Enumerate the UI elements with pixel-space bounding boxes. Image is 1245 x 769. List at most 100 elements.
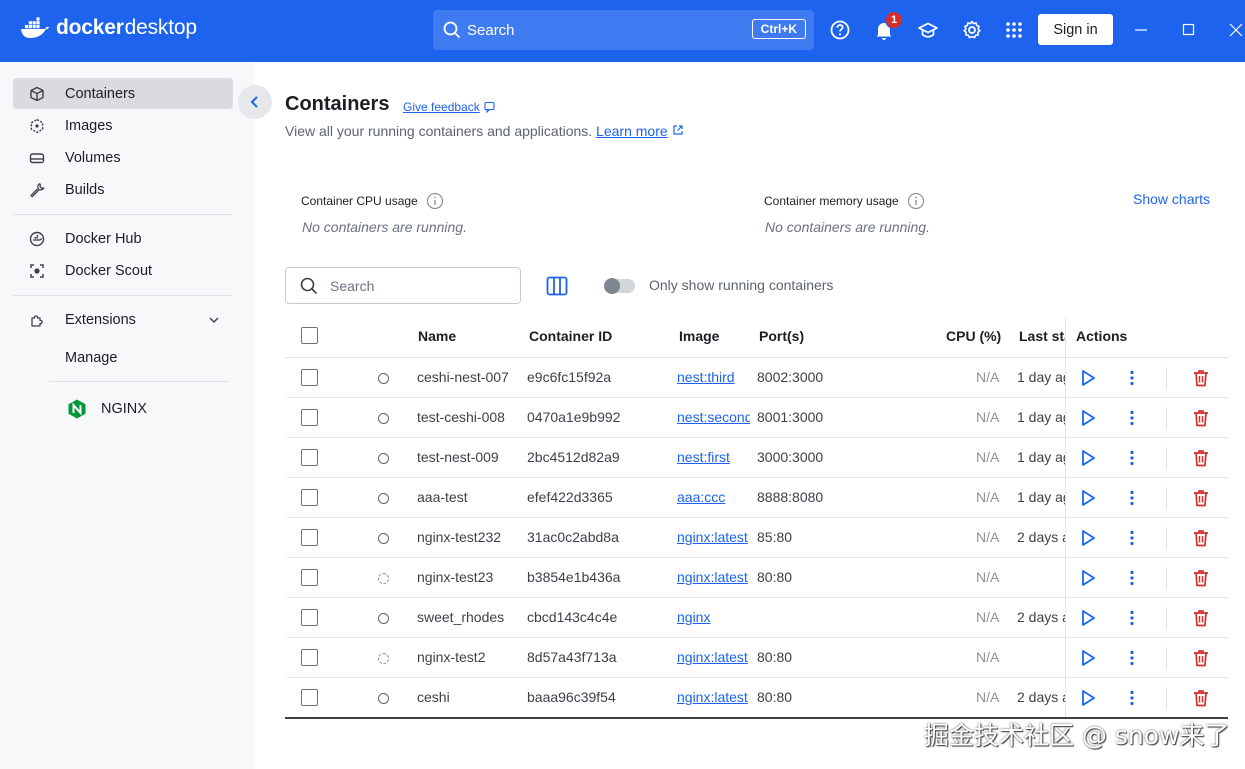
image-link[interactable]: nginx:latest <box>677 689 750 705</box>
column-last-started[interactable]: Last started <box>1019 328 1065 344</box>
delete-trash-icon[interactable] <box>1191 648 1211 668</box>
delete-trash-icon[interactable] <box>1191 448 1211 468</box>
sidebar-item-docker-hub[interactable]: Docker Hub <box>13 223 233 254</box>
info-icon[interactable] <box>907 192 925 210</box>
minimize-window-button[interactable] <box>1129 18 1153 42</box>
running-only-toggle[interactable] <box>604 278 635 294</box>
row-checkbox[interactable] <box>301 449 318 466</box>
container-name[interactable]: nginx-test2 <box>417 649 521 665</box>
select-all-checkbox[interactable] <box>301 327 318 344</box>
delete-trash-icon[interactable] <box>1191 688 1211 708</box>
more-options-icon[interactable] <box>1122 568 1142 588</box>
container-name[interactable]: nginx-test232 <box>417 529 521 545</box>
row-checkbox[interactable] <box>301 569 318 586</box>
container-name[interactable]: test-ceshi-008 <box>417 409 521 425</box>
container-name[interactable]: aaa-test <box>417 489 521 505</box>
sidebar-item-images[interactable]: Images <box>13 110 233 141</box>
ports[interactable]: 8888:8080 <box>757 489 857 505</box>
image-link[interactable]: nest:third <box>677 369 750 385</box>
sidebar-item-manage[interactable]: Manage <box>13 342 233 373</box>
table-row[interactable]: test-nest-009 2bc4512d82a9 nest:first 30… <box>285 438 1228 478</box>
image-link[interactable]: nginx:latest <box>677 569 750 585</box>
container-name[interactable]: ceshi-nest-007 <box>417 369 521 385</box>
give-feedback-link[interactable]: Give feedback <box>403 100 496 114</box>
close-window-button[interactable] <box>1224 18 1245 42</box>
ports[interactable]: 80:80 <box>757 649 857 665</box>
start-button[interactable] <box>1078 408 1098 428</box>
sidebar-item-containers[interactable]: Containers <box>13 78 233 109</box>
ports[interactable]: 80:80 <box>757 689 857 705</box>
table-row[interactable]: aaa-test efef422d3365 aaa:ccc 8888:8080 … <box>285 478 1228 518</box>
column-ports[interactable]: Port(s) <box>759 328 804 344</box>
start-button[interactable] <box>1078 448 1098 468</box>
delete-trash-icon[interactable] <box>1191 568 1211 588</box>
sidebar-item-extensions[interactable]: Extensions <box>13 304 233 335</box>
delete-trash-icon[interactable] <box>1191 408 1211 428</box>
ports[interactable]: 80:80 <box>757 569 857 585</box>
image-link[interactable]: nginx:latest <box>677 529 750 545</box>
delete-trash-icon[interactable] <box>1191 368 1211 388</box>
row-checkbox[interactable] <box>301 489 318 506</box>
ports[interactable]: 3000:3000 <box>757 449 857 465</box>
apps-grid-icon[interactable] <box>1003 19 1025 41</box>
start-button[interactable] <box>1078 648 1098 668</box>
more-options-icon[interactable] <box>1122 408 1142 428</box>
start-button[interactable] <box>1078 368 1098 388</box>
more-options-icon[interactable] <box>1122 648 1142 668</box>
sign-in-button[interactable]: Sign in <box>1038 14 1113 45</box>
more-options-icon[interactable] <box>1122 528 1142 548</box>
global-search[interactable]: Search Ctrl+K <box>433 10 814 50</box>
image-link[interactable]: nest:second <box>677 409 750 425</box>
image-link[interactable]: nginx:latest <box>677 649 750 665</box>
help-icon[interactable] <box>829 19 851 41</box>
ports[interactable]: 8001:3000 <box>757 409 857 425</box>
learn-more-link[interactable]: Learn more <box>596 123 668 139</box>
container-name[interactable]: nginx-test23 <box>417 569 521 585</box>
ports[interactable]: 8002:3000 <box>757 369 857 385</box>
info-icon[interactable] <box>426 192 444 210</box>
row-checkbox[interactable] <box>301 369 318 386</box>
table-row[interactable]: nginx-test23 b3854e1b436a nginx:latest 8… <box>285 558 1228 598</box>
table-row[interactable]: sweet_rhodes cbcd143c4c4e nginx N/A 2 da… <box>285 598 1228 638</box>
sidebar-item-nginx[interactable]: NGINX <box>13 393 233 424</box>
delete-trash-icon[interactable] <box>1191 488 1211 508</box>
start-button[interactable] <box>1078 488 1098 508</box>
column-image[interactable]: Image <box>679 328 719 344</box>
container-search-input[interactable]: Search <box>285 267 521 304</box>
maximize-window-button[interactable] <box>1177 18 1201 42</box>
image-link[interactable]: aaa:ccc <box>677 489 750 505</box>
sidebar-item-volumes[interactable]: Volumes <box>13 142 233 173</box>
ports[interactable]: 85:80 <box>757 529 857 545</box>
more-options-icon[interactable] <box>1122 488 1142 508</box>
table-row[interactable]: ceshi-nest-007 e9c6fc15f92a nest:third 8… <box>285 358 1228 398</box>
start-button[interactable] <box>1078 688 1098 708</box>
more-options-icon[interactable] <box>1122 608 1142 628</box>
container-name[interactable]: sweet_rhodes <box>417 609 521 625</box>
row-checkbox[interactable] <box>301 689 318 706</box>
table-row[interactable]: test-ceshi-008 0470a1e9b992 nest:second … <box>285 398 1228 438</box>
start-button[interactable] <box>1078 568 1098 588</box>
column-settings-icon[interactable] <box>545 274 569 298</box>
sidebar-item-docker-scout[interactable]: Docker Scout <box>13 255 233 286</box>
column-container-id[interactable]: Container ID <box>529 328 612 344</box>
image-link[interactable]: nest:first <box>677 449 750 465</box>
settings-gear-icon[interactable] <box>961 19 983 41</box>
show-charts-button[interactable]: Show charts <box>1133 191 1210 207</box>
more-options-icon[interactable] <box>1122 448 1142 468</box>
table-row[interactable]: nginx-test2 8d57a43f713a nginx:latest 80… <box>285 638 1228 678</box>
row-checkbox[interactable] <box>301 649 318 666</box>
row-checkbox[interactable] <box>301 529 318 546</box>
column-cpu[interactable]: CPU (%) <box>946 328 1001 344</box>
delete-trash-icon[interactable] <box>1191 528 1211 548</box>
delete-trash-icon[interactable] <box>1191 608 1211 628</box>
container-name[interactable]: ceshi <box>417 689 521 705</box>
start-button[interactable] <box>1078 608 1098 628</box>
table-row[interactable]: ceshi baaa96c39f54 nginx:latest 80:80 N/… <box>285 678 1228 718</box>
container-name[interactable]: test-nest-009 <box>417 449 521 465</box>
column-name[interactable]: Name <box>418 328 456 344</box>
collapse-sidebar-button[interactable] <box>238 85 272 119</box>
row-checkbox[interactable] <box>301 409 318 426</box>
row-checkbox[interactable] <box>301 609 318 626</box>
learning-center-icon[interactable] <box>917 19 939 41</box>
sidebar-item-builds[interactable]: Builds <box>13 174 233 205</box>
